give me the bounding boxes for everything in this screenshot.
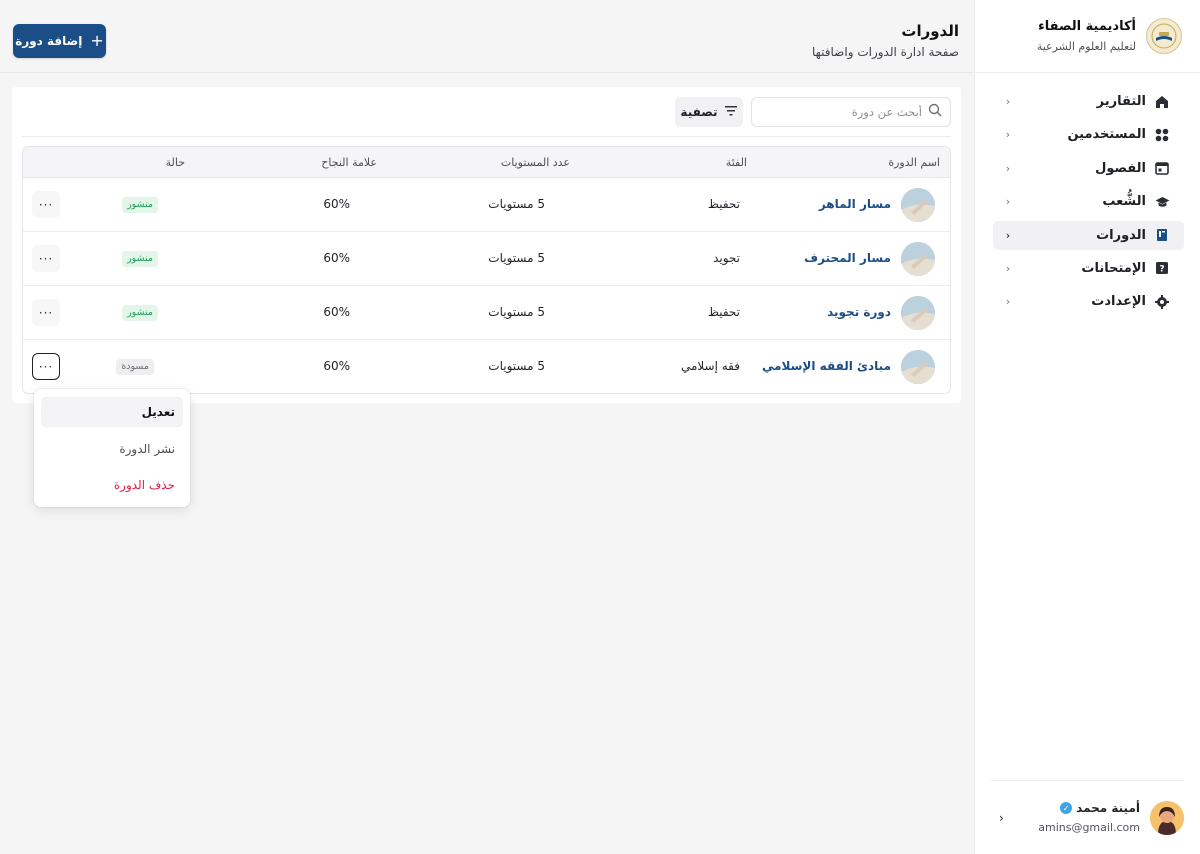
sidebar-item-label: الإمتحانات — [1081, 260, 1146, 276]
chevron-left-icon: ‹ — [1005, 295, 1011, 309]
sidebar: أكاديمية الصفاء لتعليم العلوم الشرعية ال… — [974, 0, 1200, 854]
book-icon — [1154, 227, 1170, 243]
user-avatar — [1150, 800, 1184, 835]
sidebar-item-label: الفصول — [1095, 160, 1146, 176]
chevron-left-icon: ‹ — [1005, 161, 1011, 175]
course-name-link[interactable]: دورة تجويد — [827, 305, 891, 319]
course-category: فقه إسلامي — [680, 359, 740, 373]
search-box[interactable] — [751, 97, 951, 127]
chevron-left-icon[interactable]: ‹ — [999, 811, 1004, 825]
sidebar-item-label: التقارير — [1096, 94, 1146, 109]
course-levels: 5 مستويات — [488, 359, 545, 373]
sidebar-item-label: الشُّعب — [1102, 194, 1146, 210]
user-name-text: أمينة محمد — [1076, 801, 1140, 815]
delete-course-menu-item[interactable]: حذف الدورة — [41, 470, 183, 500]
publish-course-menu-item[interactable]: نشر الدورة — [41, 434, 183, 464]
add-course-label: إضافة دورة — [15, 34, 83, 48]
filter-button[interactable]: تصفية — [675, 97, 743, 127]
course-pass-mark: 60% — [323, 359, 350, 373]
course-thumbnail — [901, 350, 935, 384]
course-name-link[interactable]: مسار الماهر — [819, 197, 891, 211]
row-actions-menu: تعديل نشر الدورة حذف الدورة — [34, 389, 190, 507]
sidebar-item-settings[interactable]: الإعدادت ‹ — [993, 287, 1184, 316]
status-badge: مسودة — [116, 359, 154, 375]
chevron-left-icon: ‹ — [1005, 95, 1011, 108]
status-badge: منشور — [122, 197, 158, 213]
course-name-link[interactable]: مبادئ الفقه الإسلامي — [762, 359, 891, 373]
academy-logo — [1146, 18, 1182, 54]
sidebar-item-reports[interactable]: التقارير ‹ — [993, 87, 1184, 116]
column-header-name: اسم الدورة — [888, 156, 940, 169]
user-email: amins@gmail.com — [1038, 821, 1140, 834]
course-category: تحفيظ — [707, 197, 740, 211]
table-row[interactable]: مسار الماهر تحفيظ 5 مستويات 60% منشور ··… — [23, 178, 950, 232]
column-header-pass-mark: علامة النجاح — [321, 156, 377, 169]
course-name-link[interactable]: مسار المحترف — [804, 251, 891, 265]
row-actions-button[interactable]: ··· — [32, 245, 60, 272]
page-subtitle: صفحة ادارة الدورات واضافتها — [811, 45, 959, 59]
column-header-status: حالة — [165, 156, 185, 169]
search-icon — [928, 103, 942, 121]
course-thumbnail — [901, 242, 935, 276]
sidebar-item-label: المستخدمين — [1067, 127, 1146, 143]
column-header-levels: عدد المستويات — [500, 156, 570, 169]
row-actions-button[interactable]: ··· — [32, 353, 60, 380]
filter-icon — [724, 105, 738, 120]
course-category: تحفيظ — [707, 305, 740, 319]
chevron-left-icon: ‹ — [1005, 195, 1011, 209]
column-header-category: الفئة — [725, 156, 747, 169]
courses-card: تصفية اسم الدورة الفئة عدد المستويات علا… — [12, 87, 961, 403]
course-levels: 5 مستويات — [488, 305, 545, 319]
course-levels: 5 مستويات — [488, 251, 545, 265]
sidebar-nav: التقارير ‹ المستخدمين ‹ الفصول ‹ الشُّعب… — [975, 73, 1200, 316]
search-input[interactable] — [760, 105, 922, 119]
sidebar-item-label: الدورات — [1096, 227, 1146, 243]
page-header: الدورات صفحة ادارة الدورات واضافتها + إض… — [0, 0, 973, 73]
sidebar-item-label: الإعدادت — [1091, 294, 1146, 310]
home-icon — [1154, 94, 1170, 110]
table-row[interactable]: مسار المحترف تجويد 5 مستويات 60% منشور ·… — [23, 232, 950, 286]
brand: أكاديمية الصفاء لتعليم العلوم الشرعية — [975, 0, 1200, 73]
row-actions-button[interactable]: ··· — [32, 191, 60, 218]
table-header: اسم الدورة الفئة عدد المستويات علامة الن… — [23, 147, 950, 178]
chevron-left-icon: ‹ — [1005, 128, 1011, 142]
course-thumbnail — [901, 188, 935, 222]
table-row[interactable]: دورة تجويد تحفيظ 5 مستويات 60% منشور ··· — [23, 286, 950, 340]
user-name: أمينة محمد ✓ — [1014, 801, 1140, 815]
brand-subtitle: لتعليم العلوم الشرعية — [1036, 40, 1136, 53]
sidebar-item-users[interactable]: المستخدمين ‹ — [993, 120, 1184, 149]
svg-text:?: ? — [1159, 265, 1164, 275]
course-thumbnail — [901, 296, 935, 330]
plus-icon: + — [90, 31, 104, 50]
course-pass-mark: 60% — [323, 197, 350, 211]
graduation-cap-icon — [1154, 194, 1170, 210]
chevron-left-icon: ‹ — [1005, 261, 1011, 275]
verified-badge-icon: ✓ — [1060, 802, 1073, 814]
add-course-button[interactable]: + إضافة دورة — [13, 24, 106, 58]
sidebar-item-courses[interactable]: الدورات ‹ — [993, 220, 1184, 250]
calendar-icon — [1154, 160, 1170, 176]
chevron-left-icon: ‹ — [1005, 228, 1011, 242]
status-badge: منشور — [122, 305, 158, 321]
course-pass-mark: 60% — [323, 251, 350, 265]
page-title: الدورات — [901, 22, 959, 40]
course-category: تجويد — [713, 251, 740, 265]
brand-name: أكاديمية الصفاء — [1038, 19, 1136, 34]
settings-icon — [1154, 294, 1170, 310]
status-badge: منشور — [122, 251, 158, 267]
exam-icon: ? — [1154, 260, 1170, 276]
edit-course-menu-item[interactable]: تعديل — [41, 397, 183, 427]
users-grid-icon — [1154, 127, 1170, 143]
sidebar-item-semesters[interactable]: الفصول ‹ — [993, 154, 1184, 183]
sidebar-item-sections[interactable]: الشُّعب ‹ — [993, 187, 1184, 216]
course-pass-mark: 60% — [323, 305, 350, 319]
user-profile[interactable]: أمينة محمد ✓ amins@gmail.com ‹ — [991, 780, 1184, 854]
course-levels: 5 مستويات — [488, 197, 545, 211]
filter-label: تصفية — [680, 105, 718, 119]
row-actions-button[interactable]: ··· — [32, 299, 60, 326]
sidebar-item-exams[interactable]: ? الإمتحانات ‹ — [993, 254, 1184, 283]
table-toolbar: تصفية — [22, 97, 951, 137]
table-row[interactable]: مبادئ الفقه الإسلامي فقه إسلامي 5 مستويا… — [23, 340, 950, 393]
courses-table: اسم الدورة الفئة عدد المستويات علامة الن… — [22, 146, 951, 394]
